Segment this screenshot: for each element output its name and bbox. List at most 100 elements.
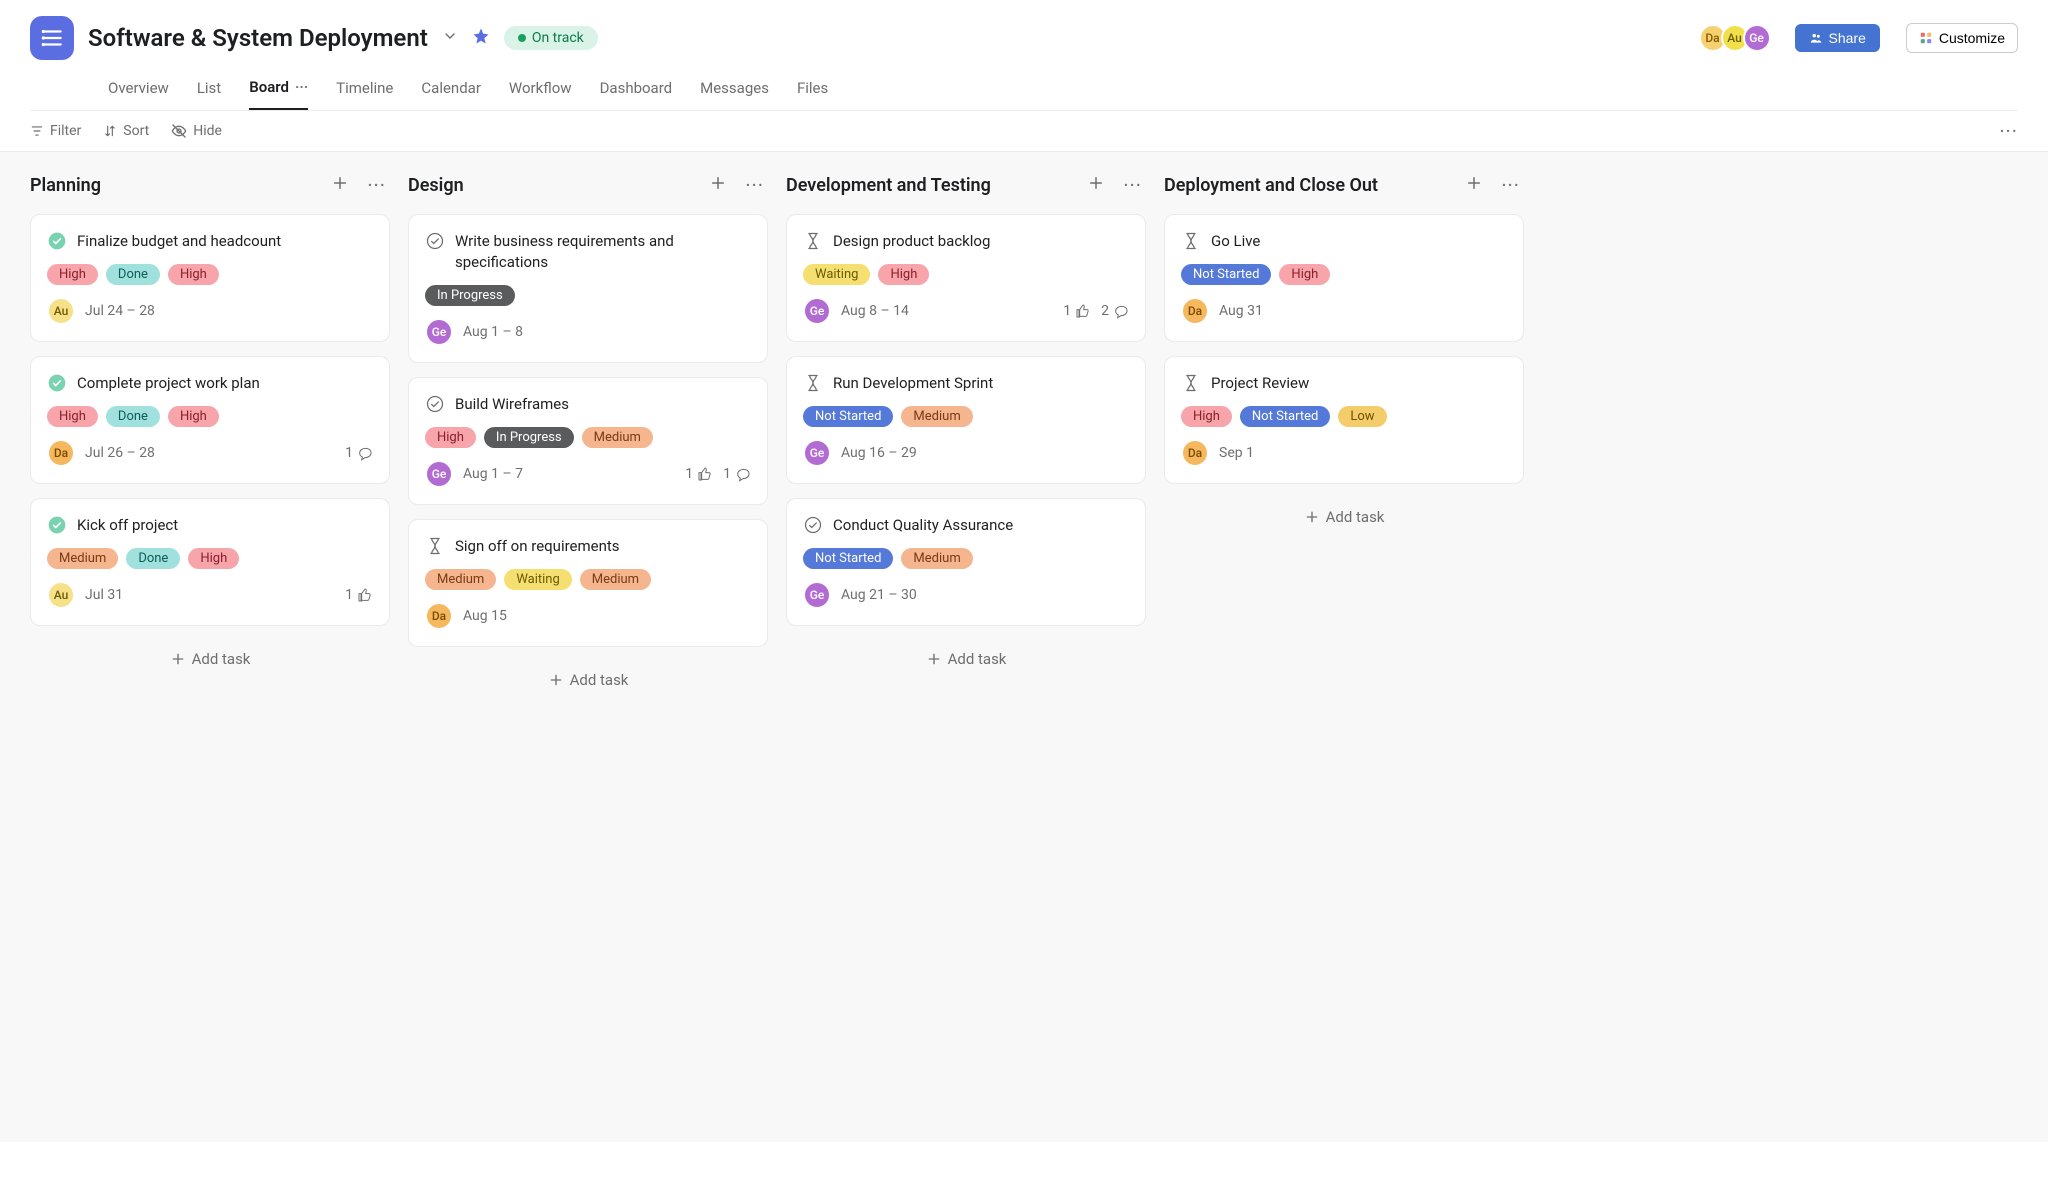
tag[interactable]: In Progress (484, 427, 574, 448)
task-card[interactable]: Complete project work planHighDoneHighDa… (30, 356, 390, 484)
assignee-avatar[interactable]: Da (425, 602, 453, 630)
share-button[interactable]: Share (1795, 24, 1880, 52)
task-card[interactable]: Go LiveNot StartedHighDaAug 31 (1164, 214, 1524, 342)
column-more-icon[interactable]: ··· (1497, 176, 1524, 194)
column-more-icon[interactable]: ··· (741, 176, 768, 194)
tab-calendar[interactable]: Calendar (421, 78, 481, 110)
tag[interactable]: High (878, 264, 929, 285)
task-card[interactable]: Conduct Quality AssuranceNot StartedMedi… (786, 498, 1146, 626)
column-more-icon[interactable]: ··· (363, 176, 390, 194)
task-card[interactable]: Write business requirements and specific… (408, 214, 768, 363)
tag[interactable]: Not Started (803, 548, 893, 569)
assignee-avatar[interactable]: Da (1181, 439, 1209, 467)
task-card[interactable]: Build WireframesHighIn ProgressMediumGeA… (408, 377, 768, 505)
tag[interactable]: High (47, 406, 98, 427)
like-icon[interactable] (357, 587, 373, 603)
member-avatar[interactable]: Ge (1743, 24, 1771, 52)
tag[interactable]: In Progress (425, 285, 515, 306)
task-check-icon[interactable] (425, 231, 445, 251)
assignee-avatar[interactable]: Ge (425, 318, 453, 346)
tag[interactable]: High (1279, 264, 1330, 285)
task-card[interactable]: Kick off projectMediumDoneHighAuJul 311 (30, 498, 390, 626)
column-title[interactable]: Planning (30, 175, 317, 196)
tag[interactable]: Done (126, 548, 180, 569)
tag[interactable]: Not Started (1181, 264, 1271, 285)
tag[interactable]: Medium (582, 427, 653, 448)
tab-more-icon[interactable]: ··· (295, 78, 308, 96)
tab-timeline[interactable]: Timeline (336, 78, 393, 110)
tab-messages[interactable]: Messages (700, 78, 769, 110)
column-add-icon[interactable] (1461, 170, 1487, 200)
tag[interactable]: Low (1338, 406, 1386, 427)
board-more-icon[interactable]: ··· (1999, 126, 2018, 136)
assignee-avatar[interactable]: Ge (425, 460, 453, 488)
assignee-avatar[interactable]: Ge (803, 439, 831, 467)
comment-count[interactable]: 1 (723, 466, 751, 482)
hourglass-icon[interactable] (803, 231, 823, 251)
task-card[interactable]: Run Development SprintNot StartedMediumG… (786, 356, 1146, 484)
hourglass-icon[interactable] (425, 536, 445, 556)
project-icon[interactable] (30, 16, 74, 60)
tag[interactable]: Not Started (803, 406, 893, 427)
task-card[interactable]: Project ReviewHighNot StartedLowDaSep 1 (1164, 356, 1524, 484)
hourglass-icon[interactable] (1181, 231, 1201, 251)
column-add-icon[interactable] (327, 170, 353, 200)
task-complete-icon[interactable] (47, 373, 67, 393)
tag[interactable]: High (188, 548, 239, 569)
tab-board[interactable]: Board··· (249, 78, 308, 110)
assignee-avatar[interactable]: Ge (803, 581, 831, 609)
comment-count[interactable]: 1 (345, 445, 373, 461)
like-count[interactable]: 1 (685, 466, 713, 482)
tag[interactable]: Medium (580, 569, 651, 590)
column-more-icon[interactable]: ··· (1119, 176, 1146, 194)
tag[interactable]: High (47, 264, 98, 285)
sort-button[interactable]: Sort (103, 123, 149, 139)
tag[interactable]: Waiting (504, 569, 571, 590)
tag[interactable]: Done (106, 264, 160, 285)
column-title[interactable]: Deployment and Close Out (1164, 175, 1451, 196)
chevron-down-icon[interactable] (442, 28, 458, 48)
filter-button[interactable]: Filter (30, 123, 81, 139)
assignee-avatar[interactable]: Ge (803, 297, 831, 325)
status-pill[interactable]: On track (504, 26, 598, 50)
tag[interactable]: Medium (47, 548, 118, 569)
comment-icon[interactable] (357, 445, 373, 461)
tag[interactable]: Medium (425, 569, 496, 590)
add-task-button[interactable]: Add task (30, 640, 390, 678)
comment-count[interactable]: 2 (1101, 303, 1129, 319)
column-add-icon[interactable] (705, 170, 731, 200)
tag[interactable]: High (168, 264, 219, 285)
like-count[interactable]: 1 (1063, 303, 1091, 319)
like-icon[interactable] (697, 466, 713, 482)
add-task-button[interactable]: Add task (786, 640, 1146, 678)
customize-button[interactable]: Customize (1906, 23, 2018, 53)
like-count[interactable]: 1 (345, 587, 373, 603)
tag[interactable]: Done (106, 406, 160, 427)
task-check-icon[interactable] (425, 394, 445, 414)
tab-workflow[interactable]: Workflow (509, 78, 572, 110)
task-card[interactable]: Design product backlogWaitingHighGeAug 8… (786, 214, 1146, 342)
task-complete-icon[interactable] (47, 231, 67, 251)
tab-overview[interactable]: Overview (108, 78, 169, 110)
comment-icon[interactable] (1113, 303, 1129, 319)
column-add-icon[interactable] (1083, 170, 1109, 200)
tag[interactable]: Waiting (803, 264, 870, 285)
tab-files[interactable]: Files (797, 78, 828, 110)
task-card[interactable]: Sign off on requirementsMediumWaitingMed… (408, 519, 768, 647)
like-icon[interactable] (1075, 303, 1091, 319)
tag[interactable]: High (1181, 406, 1232, 427)
assignee-avatar[interactable]: Da (1181, 297, 1209, 325)
task-card[interactable]: Finalize budget and headcountHighDoneHig… (30, 214, 390, 342)
hide-button[interactable]: Hide (171, 123, 222, 139)
tag[interactable]: Not Started (1240, 406, 1330, 427)
add-task-button[interactable]: Add task (408, 661, 768, 699)
tag[interactable]: Medium (901, 406, 972, 427)
column-title[interactable]: Design (408, 175, 695, 196)
assignee-avatar[interactable]: Au (47, 581, 75, 609)
tab-dashboard[interactable]: Dashboard (600, 78, 673, 110)
member-avatars[interactable]: DaAuGe (1705, 24, 1771, 52)
project-title[interactable]: Software & System Deployment (88, 24, 428, 52)
add-task-button[interactable]: Add task (1164, 498, 1524, 536)
tag[interactable]: High (168, 406, 219, 427)
task-check-icon[interactable] (803, 515, 823, 535)
